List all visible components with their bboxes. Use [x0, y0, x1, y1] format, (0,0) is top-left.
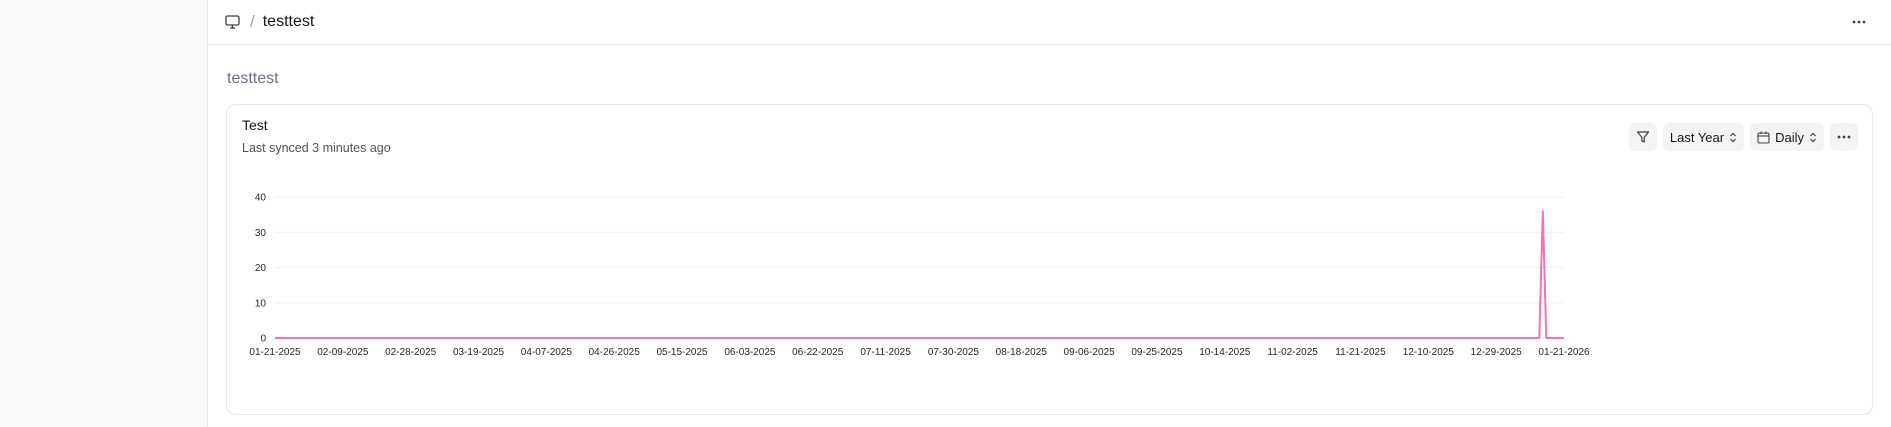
topbar: / testtest — [209, 0, 1891, 45]
x-tick-label: 02-28-2025 — [385, 347, 437, 358]
chart-card: Test Last synced 3 minutes ago Last Year — [226, 104, 1873, 415]
y-tick-label: 40 — [255, 193, 267, 204]
more-horizontal-icon — [1852, 20, 1866, 24]
x-tick-label: 08-18-2025 — [996, 347, 1048, 358]
x-tick-label: 03-19-2025 — [453, 347, 505, 358]
breadcrumb-separator: / — [250, 12, 255, 31]
x-tick-label: 10-14-2025 — [1199, 347, 1251, 358]
y-tick-label: 30 — [255, 228, 267, 239]
x-tick-label: 11-02-2025 — [1267, 347, 1318, 358]
page-title: testtest — [227, 70, 279, 87]
page-more-button[interactable] — [1847, 11, 1871, 33]
breadcrumb-title[interactable]: testtest — [263, 13, 315, 31]
series-line — [275, 210, 1564, 339]
y-tick-label: 10 — [255, 298, 267, 309]
x-tick-label: 12-10-2025 — [1403, 347, 1455, 358]
y-tick-label: 0 — [260, 334, 266, 345]
x-tick-label: 01-21-2026 — [1538, 347, 1590, 358]
sidebar — [0, 0, 208, 427]
x-tick-label: 12-29-2025 — [1471, 347, 1523, 358]
main-area: / testtest testtest Test Last synced 3 m… — [209, 0, 1891, 427]
x-tick-label: 04-07-2025 — [521, 347, 573, 358]
x-tick-label: 04-26-2025 — [589, 347, 641, 358]
x-tick-label: 09-06-2025 — [1064, 347, 1116, 358]
x-tick-label: 05-15-2025 — [656, 347, 708, 358]
x-tick-label: 09-25-2025 — [1131, 347, 1183, 358]
line-chart: 0 10 20 30 40 01-21-2025 02-09-2025 02-28-2025 0… — [249, 193, 1590, 359]
x-tick-label: 07-11-2025 — [860, 347, 911, 358]
y-tick-label: 20 — [255, 263, 267, 274]
x-tick-label: 01-21-2025 — [249, 347, 301, 358]
x-tick-label: 02-09-2025 — [317, 347, 369, 358]
x-tick-label: 11-21-2025 — [1335, 347, 1386, 358]
x-tick-label: 06-03-2025 — [724, 347, 776, 358]
monitor-icon — [224, 14, 241, 31]
x-tick-label: 07-30-2025 — [928, 347, 980, 358]
x-tick-label: 06-22-2025 — [792, 347, 844, 358]
